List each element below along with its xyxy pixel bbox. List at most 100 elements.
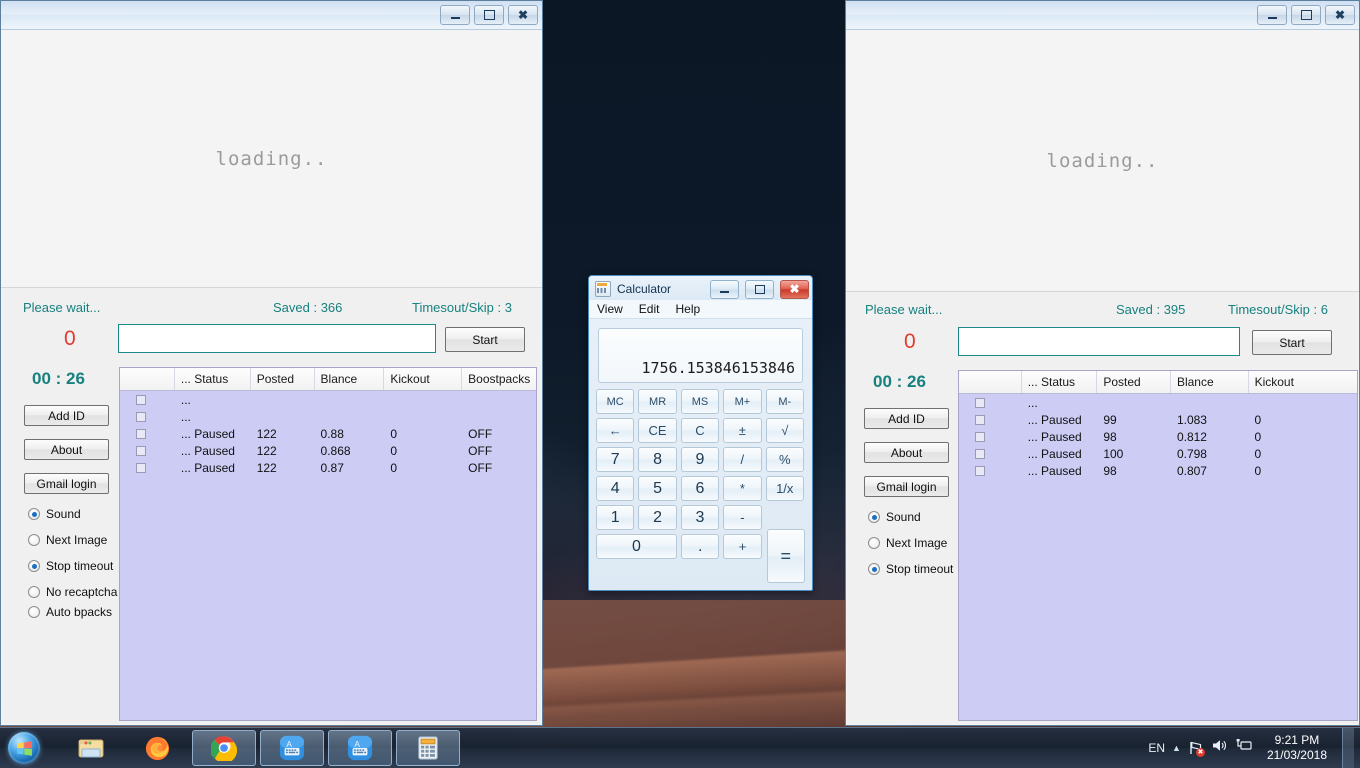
calc-key-percent[interactable]: % xyxy=(766,447,804,472)
taskbar-item-calculator[interactable] xyxy=(396,730,460,766)
radio-stop-timeout[interactable]: Stop timeout xyxy=(28,559,113,573)
start-button[interactable]: Start xyxy=(1252,330,1332,355)
calc-key-5[interactable]: 5 xyxy=(638,476,676,501)
calc-key-ce[interactable]: CE xyxy=(638,418,676,443)
row-checkbox[interactable] xyxy=(136,446,146,456)
table-row[interactable]: ... Paused1000.7980 xyxy=(959,445,1357,462)
table-row[interactable]: ... xyxy=(120,408,536,425)
radio-auto-bpacks[interactable]: Auto bpacks xyxy=(28,605,112,619)
maximize-icon[interactable] xyxy=(1291,5,1321,25)
row-checkbox-cell[interactable] xyxy=(120,395,175,405)
language-indicator[interactable]: EN xyxy=(1148,741,1165,755)
radio-stop-timeout[interactable]: Stop timeout xyxy=(868,562,953,576)
table-row[interactable]: ... Paused1220.8680OFF xyxy=(120,442,536,459)
calculator-menubar[interactable]: View Edit Help xyxy=(589,300,812,319)
calc-minimize-icon[interactable] xyxy=(710,280,739,299)
volume-icon[interactable] xyxy=(1211,738,1228,758)
add-id-button[interactable]: Add ID xyxy=(24,405,109,426)
minimize-icon[interactable] xyxy=(1257,5,1287,25)
row-checkbox[interactable] xyxy=(975,449,985,459)
bot-window-right[interactable]: ✖ loading.. Please wait... Saved : 395 T… xyxy=(845,0,1360,726)
row-checkbox-cell[interactable] xyxy=(959,466,1022,476)
calc-key-4[interactable]: 4 xyxy=(596,476,634,501)
menu-help[interactable]: Help xyxy=(675,302,700,316)
show-desktop-button[interactable] xyxy=(1342,728,1354,768)
minimize-icon[interactable] xyxy=(440,5,470,25)
calc-key-plusminus[interactable]: ± xyxy=(723,418,761,443)
id-input[interactable] xyxy=(958,327,1240,356)
col-status[interactable]: ... Status xyxy=(1022,371,1098,393)
row-checkbox-cell[interactable] xyxy=(959,432,1022,442)
taskbar-item-explorer[interactable] xyxy=(60,731,122,765)
row-checkbox[interactable] xyxy=(136,463,146,473)
table-row[interactable]: ... xyxy=(959,394,1357,411)
col-blance[interactable]: Blance xyxy=(1171,371,1249,393)
accounts-table-left[interactable]: ... Status Posted Blance Kickout Boostpa… xyxy=(119,367,537,721)
add-id-button[interactable]: Add ID xyxy=(864,408,949,429)
gmail-login-button[interactable]: Gmail login xyxy=(864,476,949,497)
calc-key-8[interactable]: 8 xyxy=(638,447,676,472)
calc-key-multiply[interactable]: * xyxy=(723,476,761,501)
col-blance[interactable]: Blance xyxy=(315,368,385,390)
id-input[interactable] xyxy=(118,324,436,353)
calc-key-2[interactable]: 2 xyxy=(638,505,676,530)
calculator-window[interactable]: Calculator ✖ View Edit Help 1756.1538461… xyxy=(588,275,813,591)
calc-key-sqrt[interactable]: √ xyxy=(766,418,804,443)
radio-sound[interactable]: Sound xyxy=(868,510,921,524)
row-checkbox-cell[interactable] xyxy=(959,449,1022,459)
col-posted[interactable]: Posted xyxy=(1097,371,1171,393)
row-checkbox-cell[interactable] xyxy=(120,412,175,422)
table-row[interactable]: ... Paused980.8120 xyxy=(959,428,1357,445)
radio-no-recaptcha[interactable]: No recaptcha xyxy=(28,585,117,599)
chevron-up-icon[interactable]: ▲ xyxy=(1172,743,1181,753)
row-checkbox[interactable] xyxy=(975,432,985,442)
calc-key-c[interactable]: C xyxy=(681,418,719,443)
calc-key-plus[interactable]: + xyxy=(723,534,761,559)
start-button[interactable]: Start xyxy=(445,327,525,352)
calc-key-3[interactable]: 3 xyxy=(681,505,719,530)
calc-key-reciprocal[interactable]: 1/x xyxy=(766,476,804,501)
table-body-left[interactable]: ......... Paused1220.880OFF... Paused122… xyxy=(120,391,536,476)
maximize-icon[interactable] xyxy=(474,5,504,25)
start-button[interactable] xyxy=(2,729,46,767)
titlebar-left[interactable]: ✖ xyxy=(1,1,542,30)
table-body-right[interactable]: ...... Paused991.0830... Paused980.8120.… xyxy=(959,394,1357,479)
table-row[interactable]: ... Paused991.0830 xyxy=(959,411,1357,428)
row-checkbox[interactable] xyxy=(136,412,146,422)
close-icon[interactable]: ✖ xyxy=(508,5,538,25)
bot-window-left[interactable]: ✖ loading.. Please wait... Saved : 366 T… xyxy=(0,0,543,726)
calculator-titlebar[interactable]: Calculator ✖ xyxy=(589,276,812,300)
row-checkbox-cell[interactable] xyxy=(120,429,175,439)
calc-maximize-icon[interactable] xyxy=(745,280,774,299)
calc-key-mr[interactable]: MR xyxy=(638,389,676,414)
radio-sound[interactable]: Sound xyxy=(28,507,81,521)
calc-key-backspace[interactable]: ← xyxy=(596,418,634,443)
calc-key-equals[interactable]: = xyxy=(767,529,805,583)
action-center-flag-icon[interactable]: ✖ xyxy=(1188,740,1204,756)
about-button[interactable]: About xyxy=(24,439,109,460)
about-button[interactable]: About xyxy=(864,442,949,463)
col-select[interactable] xyxy=(120,368,175,390)
calc-key-m-[interactable]: M- xyxy=(766,389,804,414)
col-select[interactable] xyxy=(959,371,1022,393)
row-checkbox[interactable] xyxy=(136,395,146,405)
row-checkbox[interactable] xyxy=(975,466,985,476)
window-controls-left[interactable]: ✖ xyxy=(440,5,538,25)
col-posted[interactable]: Posted xyxy=(251,368,315,390)
col-boostpacks[interactable]: Boostpacks xyxy=(462,368,536,390)
titlebar-right[interactable]: ✖ xyxy=(846,1,1359,30)
row-checkbox-cell[interactable] xyxy=(120,446,175,456)
taskbar-item-bot-app-1[interactable]: A xyxy=(260,730,324,766)
table-row[interactable]: ... Paused1220.870OFF xyxy=(120,459,536,476)
menu-view[interactable]: View xyxy=(597,302,623,316)
radio-next-image[interactable]: Next Image xyxy=(868,536,947,550)
clock[interactable]: 9:21 PM 21/03/2018 xyxy=(1259,733,1335,763)
system-tray[interactable]: EN ▲ ✖ 9:21 PM 21/03/2018 xyxy=(1148,728,1360,768)
row-checkbox[interactable] xyxy=(975,415,985,425)
taskbar-item-bot-app-2[interactable]: A xyxy=(328,730,392,766)
radio-next-image[interactable]: Next Image xyxy=(28,533,107,547)
calc-key-6[interactable]: 6 xyxy=(681,476,719,501)
col-kickout[interactable]: Kickout xyxy=(1249,371,1357,393)
taskbar-item-firefox[interactable] xyxy=(126,731,188,765)
table-row[interactable]: ... Paused1220.880OFF xyxy=(120,425,536,442)
